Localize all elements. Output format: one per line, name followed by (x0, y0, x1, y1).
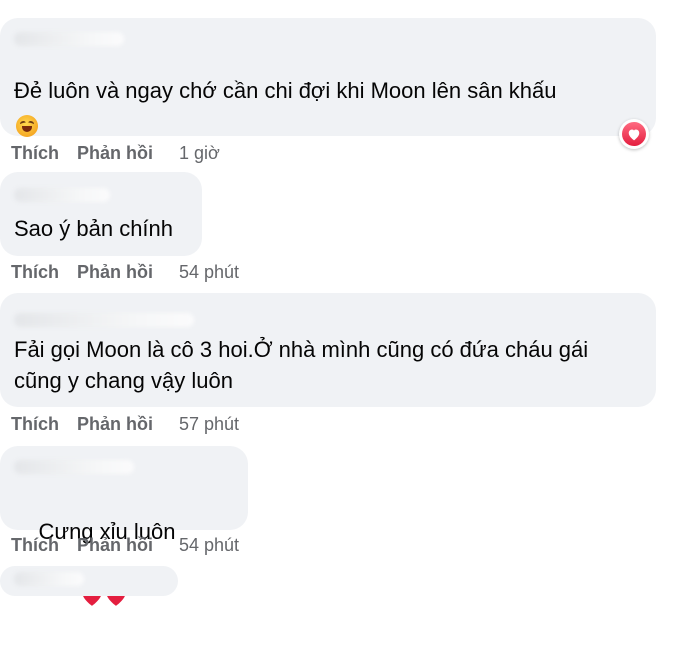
commenter-name-blurred[interactable] (14, 460, 134, 474)
laughing-emoji-icon (16, 115, 38, 137)
reply-button[interactable]: Phản hồi (77, 260, 153, 284)
like-button[interactable]: Thích (11, 260, 59, 284)
timestamp[interactable]: 54 phút (179, 533, 239, 557)
commenter-name-blurred[interactable] (14, 188, 110, 202)
comment-bubble: Cưng xỉu luôn (0, 446, 248, 607)
reply-button[interactable]: Phản hồi (77, 533, 153, 557)
comment-actions: Thích Phản hồi 54 phút (11, 260, 239, 284)
comment-actions: Thích Phản hồi 54 phút (11, 533, 239, 557)
like-button[interactable]: Thích (11, 412, 59, 436)
like-button[interactable]: Thích (11, 533, 59, 557)
comment-bubble: Đẻ luôn và ngay chớ cần chi đợi khi Moon… (0, 18, 656, 137)
heart-reaction-icon[interactable] (619, 119, 649, 149)
comment-actions: Thích Phản hồi 57 phút (11, 412, 239, 436)
timestamp[interactable]: 57 phút (179, 412, 239, 436)
comment-actions: Thích Phản hồi 1 giờ (11, 141, 220, 165)
timestamp[interactable]: 54 phút (179, 260, 239, 284)
reply-button[interactable]: Phản hồi (77, 412, 153, 436)
like-button[interactable]: Thích (11, 141, 59, 165)
timestamp[interactable]: 1 giờ (179, 141, 220, 165)
commenter-name-blurred[interactable] (14, 572, 84, 586)
comment-bubble-partial (0, 566, 178, 596)
commenter-name-blurred[interactable] (14, 32, 124, 46)
comment-bubble: Fải gọi Moon là cô 3 hoi.Ở nhà mình cũng… (0, 293, 656, 407)
comment-bubble: Sao ý bản chính (0, 172, 202, 256)
reply-button[interactable]: Phản hồi (77, 141, 153, 165)
commenter-name-blurred[interactable] (14, 313, 194, 327)
comment-text: Sao ý bản chính (14, 216, 174, 241)
comment-text: Fải gọi Moon là cô 3 hoi.Ở nhà mình cũng… (14, 337, 595, 393)
comment-text: Đẻ luôn và ngay chớ cần chi đợi khi Moon… (14, 78, 557, 103)
